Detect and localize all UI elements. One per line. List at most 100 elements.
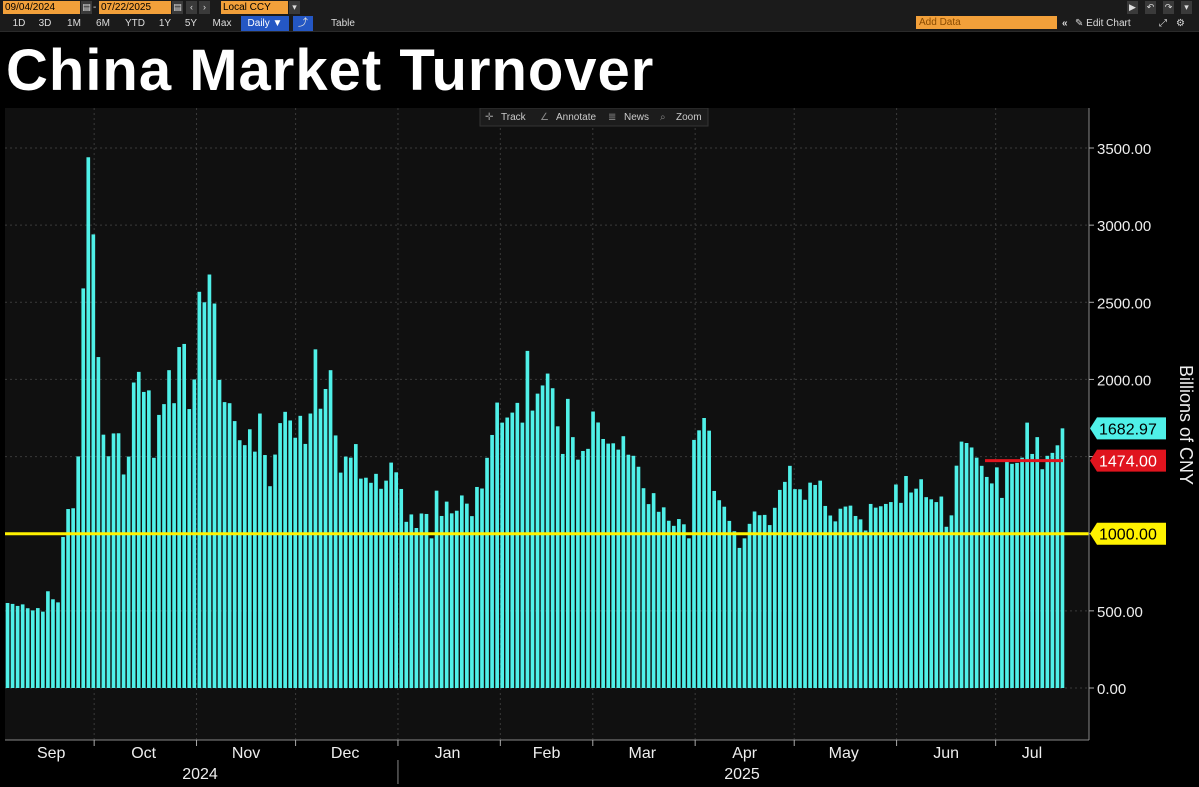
bar (141, 391, 146, 688)
bar (106, 456, 111, 688)
bar (101, 434, 106, 688)
range-ytd-button[interactable]: YTD (121, 16, 149, 31)
bar (61, 536, 65, 688)
bar (1055, 445, 1060, 688)
bar (258, 413, 262, 688)
add-data-input[interactable]: Add Data (916, 16, 1057, 29)
bar (439, 515, 444, 688)
bar (232, 421, 237, 688)
turnover-chart[interactable]: 3500.003000.002500.002000.001500.001000.… (0, 108, 1199, 787)
play-icon[interactable]: ▶ (1127, 1, 1138, 14)
average-tag-text: 1474.00 (1099, 454, 1157, 471)
bar (172, 403, 176, 688)
bar (121, 474, 126, 688)
bar (444, 501, 449, 688)
bar (207, 274, 212, 688)
range-3d-button[interactable]: 3D (34, 16, 56, 31)
bar (15, 605, 20, 688)
bar (934, 502, 939, 688)
bar (510, 412, 515, 688)
track-icon: ✛ (485, 112, 494, 123)
chevron-down-icon[interactable]: ▾ (289, 1, 300, 14)
bar (81, 288, 86, 688)
period-label: Daily (247, 18, 270, 29)
bar (924, 497, 929, 688)
start-date-field[interactable]: 09/04/2024 (3, 1, 80, 14)
bar (702, 418, 706, 688)
range-max-button[interactable]: Max (208, 16, 236, 31)
bar (803, 499, 807, 688)
y-tick-label: 2500.00 (1097, 295, 1151, 312)
bar (202, 302, 207, 688)
bar (939, 496, 944, 688)
bar (656, 511, 661, 688)
bar (86, 157, 91, 688)
bar (273, 454, 277, 688)
calendar-icon[interactable]: ▤ (81, 1, 92, 14)
chevron-left-icon[interactable]: ‹ (186, 1, 197, 14)
end-date-field[interactable]: 07/22/2025 (99, 1, 171, 14)
bar (5, 602, 10, 688)
bar (550, 388, 555, 688)
bar (1050, 452, 1055, 688)
bar (1030, 453, 1035, 688)
bar (459, 495, 464, 688)
bar (242, 445, 247, 688)
bar (348, 457, 353, 688)
y-tick-label: 3000.00 (1097, 218, 1151, 235)
bar (333, 435, 338, 688)
range-1m-button[interactable]: 1M (62, 16, 86, 31)
news-button[interactable]: News (624, 112, 649, 123)
range-5y-button[interactable]: 5Y (180, 16, 202, 31)
threshold-tag-text: 1000.00 (1099, 527, 1157, 544)
currency-select[interactable]: Local CCY (221, 1, 288, 14)
bar (480, 488, 484, 688)
redo-icon[interactable]: ↷ (1163, 1, 1174, 14)
bar (777, 489, 782, 688)
range-6m-button[interactable]: 6M (91, 16, 115, 31)
bar (707, 430, 711, 688)
bar (813, 484, 817, 688)
bar (560, 453, 565, 688)
calendar-icon[interactable]: ▤ (172, 1, 183, 14)
bar (828, 515, 833, 688)
bar (545, 373, 550, 688)
bar (626, 454, 631, 688)
bar (187, 409, 192, 688)
bar (682, 524, 686, 688)
bar (899, 502, 903, 688)
bar (979, 465, 984, 688)
zoom-button[interactable]: Zoom (676, 112, 702, 123)
bar (808, 482, 812, 688)
track-button[interactable]: Track (501, 112, 527, 123)
bar (434, 490, 439, 688)
bar (914, 488, 918, 688)
bar (525, 350, 530, 688)
bar (636, 466, 641, 688)
bar (959, 441, 964, 688)
gear-icon[interactable]: ⚙ (1176, 16, 1185, 31)
period-select[interactable]: Daily ▼ (241, 16, 289, 31)
y-tick-label: 3500.00 (1097, 141, 1151, 158)
annotate-button[interactable]: Annotate (556, 112, 596, 123)
chevron-right-icon[interactable]: › (199, 1, 210, 14)
fullscreen-icon[interactable]: ⤢ (1159, 16, 1167, 31)
bar (30, 610, 35, 688)
bar (470, 516, 474, 688)
bar (596, 422, 600, 688)
chart-type-icon[interactable]: ⤴ (293, 16, 313, 31)
bar (369, 482, 373, 688)
bar (863, 530, 868, 688)
bar (591, 411, 595, 688)
collapse-icon[interactable]: « (1062, 16, 1068, 31)
bar (666, 520, 671, 688)
range-1y-button[interactable]: 1Y (154, 16, 176, 31)
table-button[interactable]: Table (323, 16, 363, 31)
chevron-down-icon[interactable]: ▾ (1181, 1, 1192, 14)
bar (727, 520, 732, 688)
range-1d-button[interactable]: 1D (8, 16, 30, 31)
edit-chart-label: Edit Chart (1086, 18, 1131, 29)
undo-icon[interactable]: ↶ (1145, 1, 1156, 14)
bar (697, 430, 701, 688)
edit-chart-button[interactable]: ✎ Edit Chart (1075, 16, 1131, 31)
